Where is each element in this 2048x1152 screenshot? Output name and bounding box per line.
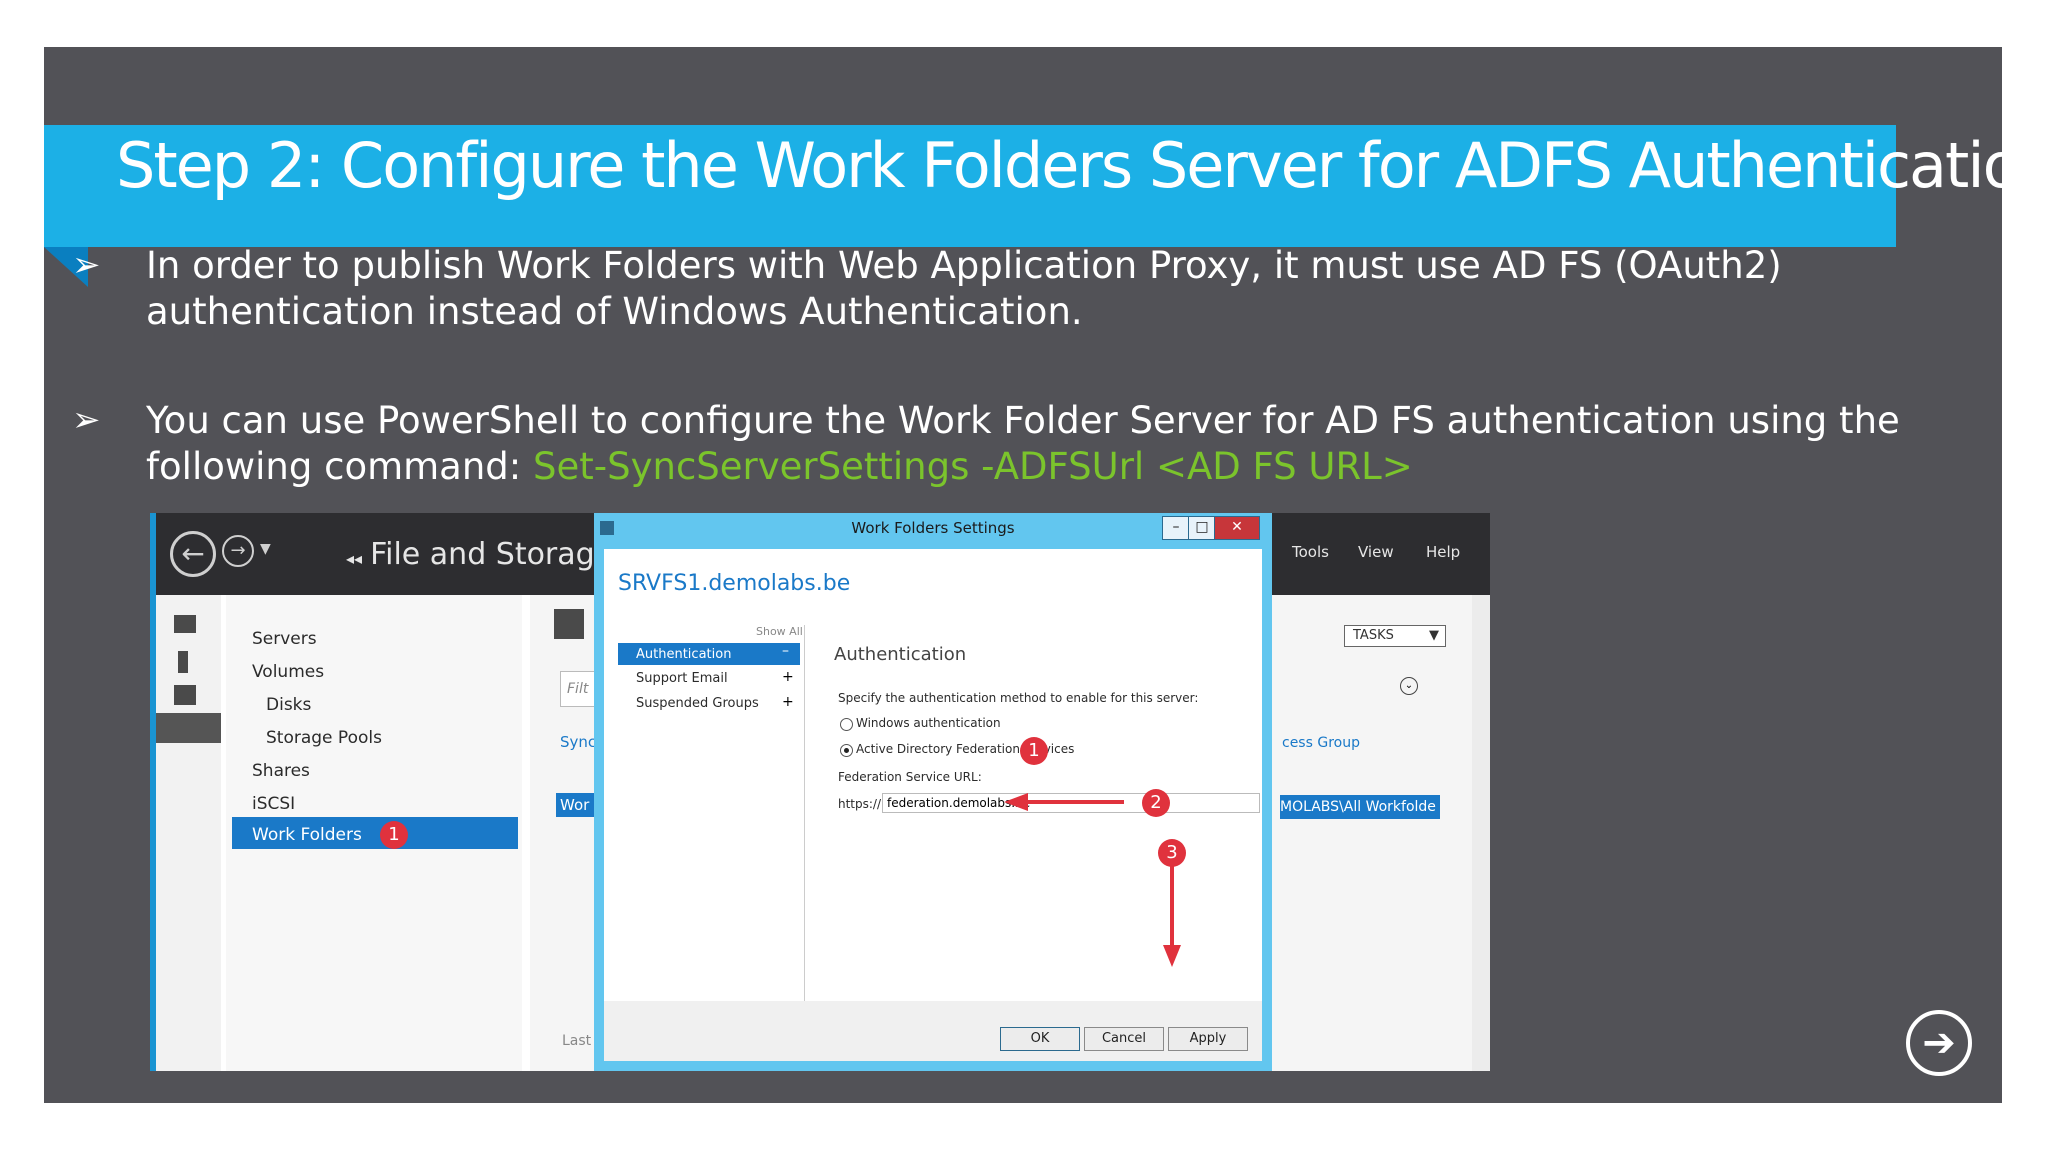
bullet-arrow-icon: ➢: [72, 400, 101, 440]
nav-servers[interactable]: Servers: [252, 629, 317, 649]
arrow-down-head: [1163, 945, 1181, 967]
minimize-button[interactable]: –: [1162, 516, 1190, 540]
bullet-1-line-1: In order to publish Work Folders with We…: [146, 244, 1782, 287]
history-dropdown-icon[interactable]: ▼: [260, 541, 271, 557]
bullet-arrow-icon: ➢: [72, 245, 101, 285]
breadcrumb-icon: ◂◂: [346, 549, 363, 568]
dialog-body: SRVFS1.demolabs.be Show All Authenticati…: [604, 549, 1262, 1061]
vertical-scrollbar[interactable]: [1472, 595, 1490, 1071]
slide-title: Step 2: Configure the Work Folders Serve…: [116, 129, 2048, 202]
back-icon[interactable]: ←: [170, 531, 216, 577]
nav-work-folders[interactable]: Work Folders: [252, 825, 362, 845]
tasks-button[interactable]: TASKS ▼: [1344, 625, 1446, 647]
bullet-2-line-1: You can use PowerShell to configure the …: [146, 399, 1900, 442]
bullet-2-line-2: following command: Set-SyncServerSetting…: [146, 444, 1900, 490]
apply-button[interactable]: Apply: [1168, 1027, 1248, 1051]
refresh-icon[interactable]: [554, 609, 584, 639]
sync-share-header: Sync: [560, 733, 597, 751]
chevron-down-icon: ▼: [1429, 628, 1439, 643]
powershell-command: Set-SyncServerSettings -ADFSUrl <AD FS U…: [533, 445, 1413, 488]
nav-disks[interactable]: Disks: [266, 695, 311, 715]
maximize-button[interactable]: □: [1188, 516, 1216, 540]
arrow-right-icon: ➔: [1922, 1020, 1956, 1066]
forward-icon[interactable]: →: [222, 535, 254, 567]
menu-tools[interactable]: Tools: [1292, 543, 1329, 561]
menu-help[interactable]: Help: [1426, 543, 1460, 561]
ok-button[interactable]: OK: [1000, 1027, 1080, 1051]
arrow-left-head: [1004, 793, 1028, 811]
file-storage-icon[interactable]: [156, 713, 221, 743]
dialog-app-icon: [600, 521, 614, 535]
last-label: Last: [562, 1033, 592, 1049]
bullet-1: In order to publish Work Folders with We…: [146, 243, 1782, 335]
nav-volumes[interactable]: Volumes: [252, 662, 324, 682]
all-servers-icon[interactable]: [174, 685, 196, 705]
nav-storage-pools[interactable]: Storage Pools: [266, 728, 382, 748]
nav-shares[interactable]: Shares: [252, 761, 310, 781]
bullet-1-line-2: authentication instead of Windows Authen…: [146, 290, 1083, 333]
work-folders-settings-dialog: Work Folders Settings – □ ✕ SRVFS1.demol…: [594, 513, 1272, 1071]
local-server-icon[interactable]: [178, 651, 188, 673]
icon-column: [156, 595, 221, 1071]
step-badge-1: 1: [380, 821, 408, 849]
nav-iscsi[interactable]: iSCSI: [252, 794, 295, 814]
menu-view[interactable]: View: [1358, 543, 1394, 561]
close-button[interactable]: ✕: [1214, 516, 1260, 540]
step-badge-3: 3: [1158, 839, 1186, 867]
cancel-button[interactable]: Cancel: [1084, 1027, 1164, 1051]
dashboard-icon[interactable]: [174, 615, 196, 633]
access-group-value[interactable]: MOLABS\All Workfolde: [1280, 795, 1440, 819]
expand-icon[interactable]: ⌄: [1400, 677, 1418, 695]
bullet-2-prefix: following command:: [146, 445, 534, 488]
server-manager-screenshot: ← → ▼ ◂◂ File and Storage Se Tools View H…: [150, 513, 1490, 1071]
step-badge-2: 2: [1142, 789, 1170, 817]
access-group-header: cess Group: [1282, 735, 1360, 751]
next-slide-button[interactable]: ➔: [1906, 1010, 1972, 1076]
bullet-2: You can use PowerShell to configure the …: [146, 398, 1900, 490]
